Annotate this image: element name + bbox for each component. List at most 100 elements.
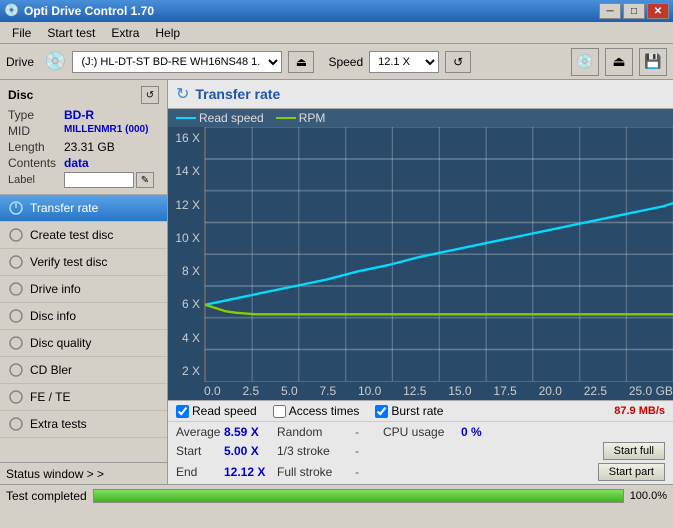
x-15: 15.0 xyxy=(448,384,471,398)
eject-icon-btn[interactable]: ⏏ xyxy=(605,48,633,76)
nav-fe-te-label: FE / TE xyxy=(30,390,70,404)
end-label: End xyxy=(176,465,216,479)
x-2-5: 2.5 xyxy=(242,384,259,398)
type-label: Type xyxy=(8,108,64,122)
nav-verify-test-disc[interactable]: Verify test disc xyxy=(0,249,167,276)
extra-tests-icon xyxy=(8,416,24,432)
cpu-value: 0 % xyxy=(461,425,482,439)
checkboxes-row: Read speed Access times Burst rate 87.9 … xyxy=(168,401,673,422)
menu-extra[interactable]: Extra xyxy=(103,24,147,42)
chart-container: 16 X 14 X 12 X 10 X 8 X 6 X 4 X 2 X xyxy=(168,127,673,382)
nav-cd-bler[interactable]: CD Bler xyxy=(0,357,167,384)
transfer-rate-title: Transfer rate xyxy=(195,86,280,102)
stroke13-value: - xyxy=(355,444,375,458)
nav-create-test-disc-label: Create test disc xyxy=(30,228,113,242)
legend-read-speed: Read speed xyxy=(176,111,264,125)
chart-svg xyxy=(205,127,673,381)
drive-info-icon xyxy=(8,281,24,297)
menu-start-test[interactable]: Start test xyxy=(39,24,103,42)
stats-row-3: End 12.12 X Full stroke - Start part xyxy=(176,463,665,481)
maximize-button[interactable]: □ xyxy=(623,3,645,19)
transfer-rate-icon xyxy=(8,200,24,216)
cd-bler-icon xyxy=(8,362,24,378)
drive-bar: Drive 💿 (J:) HL-DT-ST BD-RE WH16NS48 1.D… xyxy=(0,44,673,80)
start-value: 5.00 X xyxy=(224,444,269,458)
menu-help[interactable]: Help xyxy=(147,24,188,42)
contents-label: Contents xyxy=(8,156,64,170)
x-5: 5.0 xyxy=(281,384,298,398)
read-speed-color xyxy=(176,117,196,119)
transfer-rate-header: ↻ Transfer rate xyxy=(168,80,673,109)
minimize-button[interactable]: ─ xyxy=(599,3,621,19)
burst-rate-checkbox[interactable] xyxy=(375,405,388,418)
fe-te-icon xyxy=(8,389,24,405)
disc-refresh-button[interactable]: ↺ xyxy=(141,86,159,104)
test-bar: Test completed 100.0% xyxy=(0,484,673,506)
speed-select[interactable]: 12.1 X8 X6 X4 X2 XMax xyxy=(369,51,439,73)
chart-inner xyxy=(204,127,673,382)
stats-row-2: Start 5.00 X 1/3 stroke - Start full xyxy=(176,442,665,460)
menu-file[interactable]: File xyxy=(4,24,39,42)
progress-fill xyxy=(94,490,623,502)
read-speed-checkbox[interactable] xyxy=(176,405,189,418)
contents-value: data xyxy=(64,156,89,170)
disc-panel-title: Disc xyxy=(8,88,33,102)
y-16: 16 X xyxy=(175,131,200,145)
nav-extra-tests[interactable]: Extra tests xyxy=(0,411,167,438)
nav-cd-bler-label: CD Bler xyxy=(30,363,72,377)
stats-area: Read speed Access times Burst rate 87.9 … xyxy=(168,400,673,484)
length-label: Length xyxy=(8,140,64,154)
nav-drive-info-label: Drive info xyxy=(30,282,81,296)
x-10: 10.0 xyxy=(358,384,381,398)
y-axis: 16 X 14 X 12 X 10 X 8 X 6 X 4 X 2 X xyxy=(168,127,204,382)
status-window-label: Status window > > xyxy=(6,467,104,481)
main-layout: Disc ↺ Type BD-R MID MILLENMR1 (000) Len… xyxy=(0,80,673,484)
nav-disc-info[interactable]: Disc info xyxy=(0,303,167,330)
x-17-5: 17.5 xyxy=(493,384,516,398)
close-button[interactable]: ✕ xyxy=(647,3,669,19)
nav-transfer-rate[interactable]: Transfer rate xyxy=(0,195,167,222)
burst-rate-checkbox-label[interactable]: Burst rate xyxy=(375,404,443,418)
x-0: 0.0 xyxy=(204,384,221,398)
content-area: ↻ Transfer rate Read speed RPM 16 X 14 X… xyxy=(168,80,673,484)
cpu-label: CPU usage xyxy=(383,425,453,439)
app-icon: 💿 xyxy=(4,3,20,19)
full-stroke-label: Full stroke xyxy=(277,465,347,479)
save-icon-btn[interactable]: 💾 xyxy=(639,48,667,76)
nav-create-test-disc[interactable]: Create test disc xyxy=(0,222,167,249)
random-label: Random xyxy=(277,425,347,439)
refresh-button[interactable]: ↺ xyxy=(445,51,471,73)
burst-rate-value: 87.9 MB/s xyxy=(614,405,665,417)
nav-disc-quality[interactable]: Disc quality xyxy=(0,330,167,357)
y-6: 6 X xyxy=(182,297,200,311)
start-part-button[interactable]: Start part xyxy=(598,463,665,481)
disc-quality-icon xyxy=(8,335,24,351)
y-8: 8 X xyxy=(182,264,200,278)
label-input[interactable] xyxy=(64,172,134,188)
eject-button[interactable]: ⏏ xyxy=(288,51,314,73)
access-times-checkbox[interactable] xyxy=(273,405,286,418)
drive-select[interactable]: (J:) HL-DT-ST BD-RE WH16NS48 1.D3 xyxy=(72,51,282,73)
read-speed-checkbox-label[interactable]: Read speed xyxy=(176,404,257,418)
nav-verify-test-disc-label: Verify test disc xyxy=(30,255,107,269)
nav-drive-info[interactable]: Drive info xyxy=(0,276,167,303)
speed-label: Speed xyxy=(328,55,363,69)
nav-extra-tests-label: Extra tests xyxy=(30,417,87,431)
test-completed-label: Test completed xyxy=(6,489,87,503)
x-25: 25.0 GB xyxy=(629,384,673,398)
x-axis: 0.0 2.5 5.0 7.5 10.0 12.5 15.0 17.5 20.0… xyxy=(168,382,673,400)
stats-rows: Average 8.59 X Random - CPU usage 0 % St… xyxy=(168,422,673,484)
label-edit-button[interactable]: ✎ xyxy=(136,172,154,188)
start-full-button[interactable]: Start full xyxy=(603,442,665,460)
create-test-disc-icon xyxy=(8,227,24,243)
mid-value: MILLENMR1 (000) xyxy=(64,124,148,138)
average-value: 8.59 X xyxy=(224,425,269,439)
title-bar: 💿 Opti Drive Control 1.70 ─ □ ✕ xyxy=(0,0,673,22)
disc-icon-btn[interactable]: 💿 xyxy=(571,48,599,76)
nav-disc-quality-label: Disc quality xyxy=(30,336,91,350)
status-window-button[interactable]: Status window > > xyxy=(0,462,167,484)
nav-fe-te[interactable]: FE / TE xyxy=(0,384,167,411)
access-times-checkbox-label[interactable]: Access times xyxy=(273,404,360,418)
y-4: 4 X xyxy=(182,331,200,345)
mid-label: MID xyxy=(8,124,64,138)
